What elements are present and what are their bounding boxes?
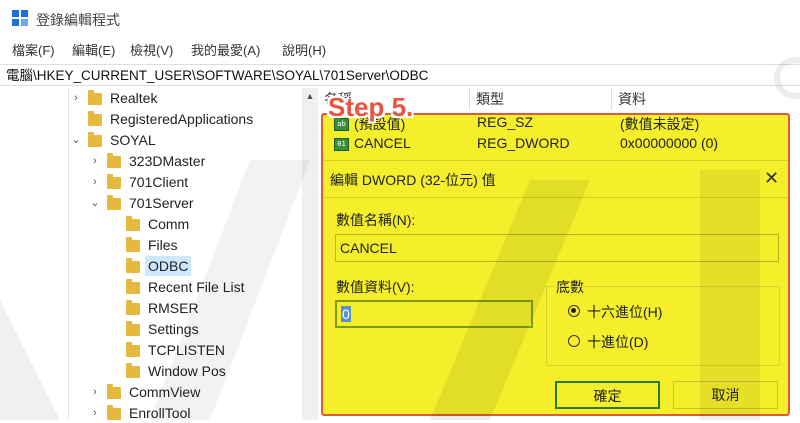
row-name[interactable]: CANCEL [354, 135, 411, 151]
radio-hex-label[interactable]: 十六進位(H) [587, 302, 662, 322]
chevron-right-icon[interactable]: › [89, 151, 101, 171]
registry-app-icon [12, 10, 28, 26]
folder-icon [107, 195, 121, 210]
highlight-overlay [321, 113, 790, 416]
folder-icon [126, 300, 140, 315]
radio-decimal-label[interactable]: 十進位(D) [587, 332, 648, 352]
menu-favorites[interactable]: 我的最愛(A) [191, 40, 260, 59]
chevron-down-icon[interactable]: ⌄ [89, 193, 101, 213]
menu-bar: 檔案(F) 編輯(E) 檢視(V) 我的最愛(A) 說明(H) [0, 38, 800, 60]
tree-item-label: RegisteredApplications [110, 111, 254, 127]
cancel-button[interactable]: 取消 [673, 381, 778, 409]
reg-dword-icon: 01 [334, 138, 349, 151]
row-type: REG_DWORD [477, 135, 570, 151]
folder-icon [88, 90, 102, 105]
menu-edit[interactable]: 編輯(E) [72, 40, 115, 59]
column-header-data[interactable]: 資料 [612, 88, 800, 110]
tree-item-label: CommView [129, 384, 201, 400]
folder-icon [107, 153, 121, 168]
row-data: (數值未設定) [620, 116, 700, 132]
row-type: REG_SZ [477, 114, 534, 130]
menu-view[interactable]: 檢視(V) [130, 40, 173, 59]
tree-item-label: 701Client [129, 174, 189, 190]
tree-item-label: Realtek [110, 90, 158, 106]
tree-scrollbar[interactable]: ▲ [302, 88, 318, 420]
folder-icon [88, 132, 102, 147]
tree-item-label-selected: ODBC [145, 256, 192, 276]
chevron-right-icon[interactable]: › [70, 88, 82, 108]
radio-decimal[interactable] [568, 335, 580, 347]
folder-icon [126, 342, 140, 357]
tree-item-label: TCPLISTEN [148, 342, 226, 358]
tree-item-label: Files [148, 237, 178, 253]
close-icon[interactable]: ✕ [764, 168, 779, 189]
tree-item-label: Recent File List [148, 279, 245, 295]
radio-hex[interactable] [568, 305, 580, 317]
chevron-right-icon[interactable]: › [89, 382, 101, 402]
value-name-field[interactable]: CANCEL [335, 234, 779, 262]
folder-icon [107, 174, 121, 189]
menu-help[interactable]: 說明(H) [282, 40, 326, 59]
base-groupbox [546, 286, 780, 366]
scroll-up-arrow-icon[interactable]: ▲ [302, 88, 318, 104]
tree-guide-line [68, 88, 69, 420]
chevron-right-icon[interactable]: › [89, 403, 101, 423]
dialog-top-border [323, 160, 788, 161]
folder-icon [88, 111, 102, 126]
tree-item-label: Window Pos [148, 363, 226, 379]
menu-file[interactable]: 檔案(F) [12, 40, 55, 59]
step-label: Step 5. [328, 92, 414, 122]
tree-view: › Realtek RegisteredApplications ⌄ SOYAL… [0, 88, 318, 423]
folder-icon [126, 258, 140, 273]
folder-icon [107, 384, 121, 399]
value-data-text: 0 [341, 306, 351, 322]
value-name-label: 數值名稱(N): [336, 212, 416, 228]
tree-item-label: SOYAL [110, 132, 156, 148]
row-data: 0x00000000 (0) [620, 135, 719, 151]
window-title: 登錄編輯程式 [36, 12, 120, 28]
tree-item-label: 701Server [129, 195, 194, 211]
value-data-label: 數值資料(V): [336, 279, 415, 295]
folder-icon [126, 237, 140, 252]
title-bar: 登錄編輯程式 [0, 0, 800, 36]
dialog-title: 編輯 DWORD (32-位元) 值 [330, 172, 496, 188]
tree-item-label: Comm [148, 216, 190, 232]
folder-icon [126, 321, 140, 336]
tree-item-label: EnrollTool [129, 405, 191, 421]
tree-item-label: Settings [148, 321, 199, 337]
ok-button[interactable]: 確定 [555, 381, 660, 409]
dialog-title-divider [323, 197, 788, 198]
folder-icon [126, 363, 140, 378]
folder-icon [126, 279, 140, 294]
folder-icon [107, 405, 121, 420]
chevron-down-icon[interactable]: ⌄ [70, 130, 82, 150]
chevron-right-icon[interactable]: › [89, 172, 101, 192]
address-bar[interactable]: 電腦\HKEY_CURRENT_USER\SOFTWARE\SOYAL\701S… [0, 64, 800, 86]
tree-item-label: RMSER [148, 300, 199, 316]
tree-item-label: 323DMaster [129, 153, 206, 169]
folder-icon [126, 216, 140, 231]
column-header-type[interactable]: 類型 [470, 88, 612, 110]
value-data-field[interactable]: 0 [335, 300, 533, 328]
